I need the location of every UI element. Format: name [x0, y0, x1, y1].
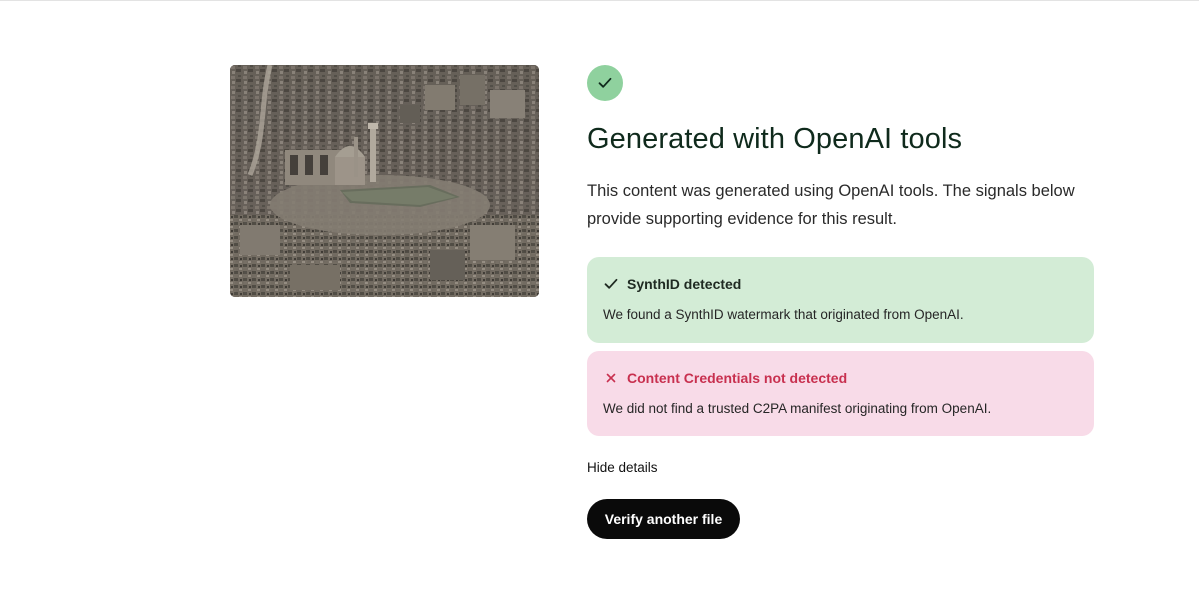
verify-another-file-button[interactable]: Verify another file: [587, 499, 740, 539]
signal-detail: We found a SynthID watermark that origin…: [603, 307, 964, 322]
signal-card-synthid: SynthID detected We found a SynthID wate…: [587, 257, 1094, 343]
signal-label: Content Credentials not detected: [627, 370, 848, 386]
uploaded-image-thumbnail: [230, 65, 539, 297]
hide-details-link[interactable]: Hide details: [587, 460, 658, 475]
verification-result: Generated with OpenAI tools This content…: [587, 65, 1094, 539]
check-icon: [598, 77, 612, 88]
check-icon: [603, 276, 619, 292]
signal-label: SynthID detected: [627, 276, 742, 292]
result-status-badge: [587, 65, 623, 101]
top-divider: [0, 0, 1199, 1]
signal-header: SynthID detected: [603, 275, 1078, 293]
result-description: This content was generated using OpenAI …: [587, 182, 1075, 228]
signal-card-content-credentials: Content Credentials not detected We did …: [587, 351, 1094, 436]
signal-detail: We did not find a trusted C2PA manifest …: [603, 401, 992, 416]
ruins-illustration: [230, 65, 539, 297]
result-title: Generated with OpenAI tools: [587, 123, 963, 155]
signal-header: Content Credentials not detected: [603, 369, 1078, 387]
close-icon: [603, 370, 619, 386]
